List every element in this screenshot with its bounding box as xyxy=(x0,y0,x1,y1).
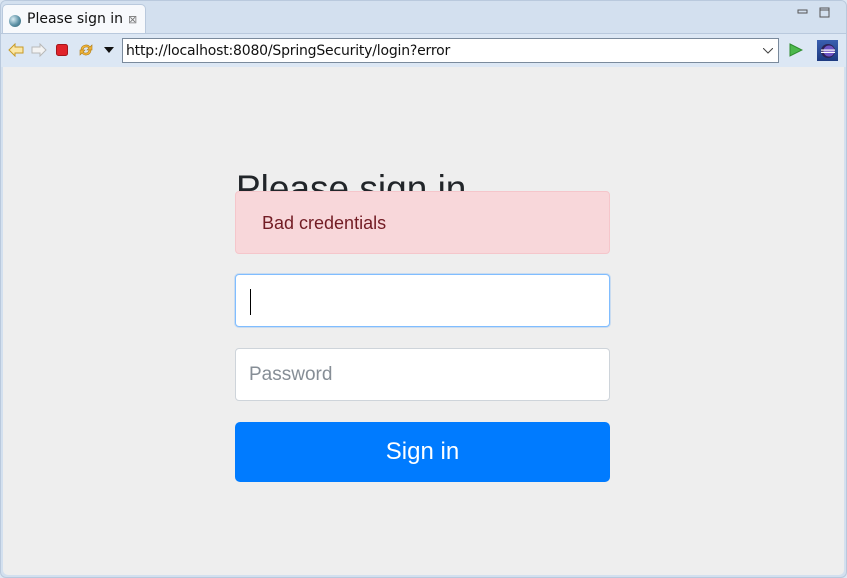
sign-in-button[interactable]: Sign in xyxy=(235,422,610,482)
browser-toolbar xyxy=(1,33,846,67)
back-button[interactable] xyxy=(7,41,25,59)
go-play-icon xyxy=(789,43,803,57)
minimize-button[interactable] xyxy=(797,7,808,21)
error-message: Bad credentials xyxy=(262,213,387,233)
password-input[interactable] xyxy=(249,361,594,389)
history-dropdown-button[interactable] xyxy=(100,41,118,59)
eclipse-icon xyxy=(820,43,835,58)
text-cursor xyxy=(250,289,251,315)
forward-button[interactable] xyxy=(30,41,48,59)
refresh-icon xyxy=(79,44,93,56)
password-field[interactable] xyxy=(235,348,610,401)
error-alert: Bad credentials xyxy=(235,191,610,254)
address-bar[interactable] xyxy=(122,38,779,63)
globe-icon xyxy=(9,15,21,27)
refresh-button[interactable] xyxy=(77,41,95,59)
browser-tab[interactable]: Please sign in ⊠ xyxy=(2,4,146,34)
go-button[interactable] xyxy=(787,41,805,59)
minimize-icon xyxy=(797,9,808,14)
dropdown-triangle-icon xyxy=(104,47,114,53)
url-input[interactable] xyxy=(126,41,756,60)
tab-title: Please sign in xyxy=(27,11,124,27)
stop-icon xyxy=(56,44,68,56)
chevron-down-icon[interactable] xyxy=(762,43,774,57)
tab-bar: Please sign in ⊠ xyxy=(1,1,846,34)
maximize-button[interactable] xyxy=(819,7,830,21)
stop-button[interactable] xyxy=(53,41,71,59)
back-arrow-icon xyxy=(8,43,24,57)
forward-arrow-icon xyxy=(31,43,47,57)
close-icon[interactable]: ⊠ xyxy=(128,13,137,26)
eclipse-button[interactable] xyxy=(817,40,838,61)
username-field[interactable] xyxy=(235,274,610,327)
maximize-icon xyxy=(819,7,830,18)
page-content: Please sign in Bad credentials Sign in xyxy=(3,67,844,575)
browser-window: Please sign in ⊠ http://localhost:8080/S… xyxy=(0,0,847,578)
username-input[interactable] xyxy=(249,287,594,315)
